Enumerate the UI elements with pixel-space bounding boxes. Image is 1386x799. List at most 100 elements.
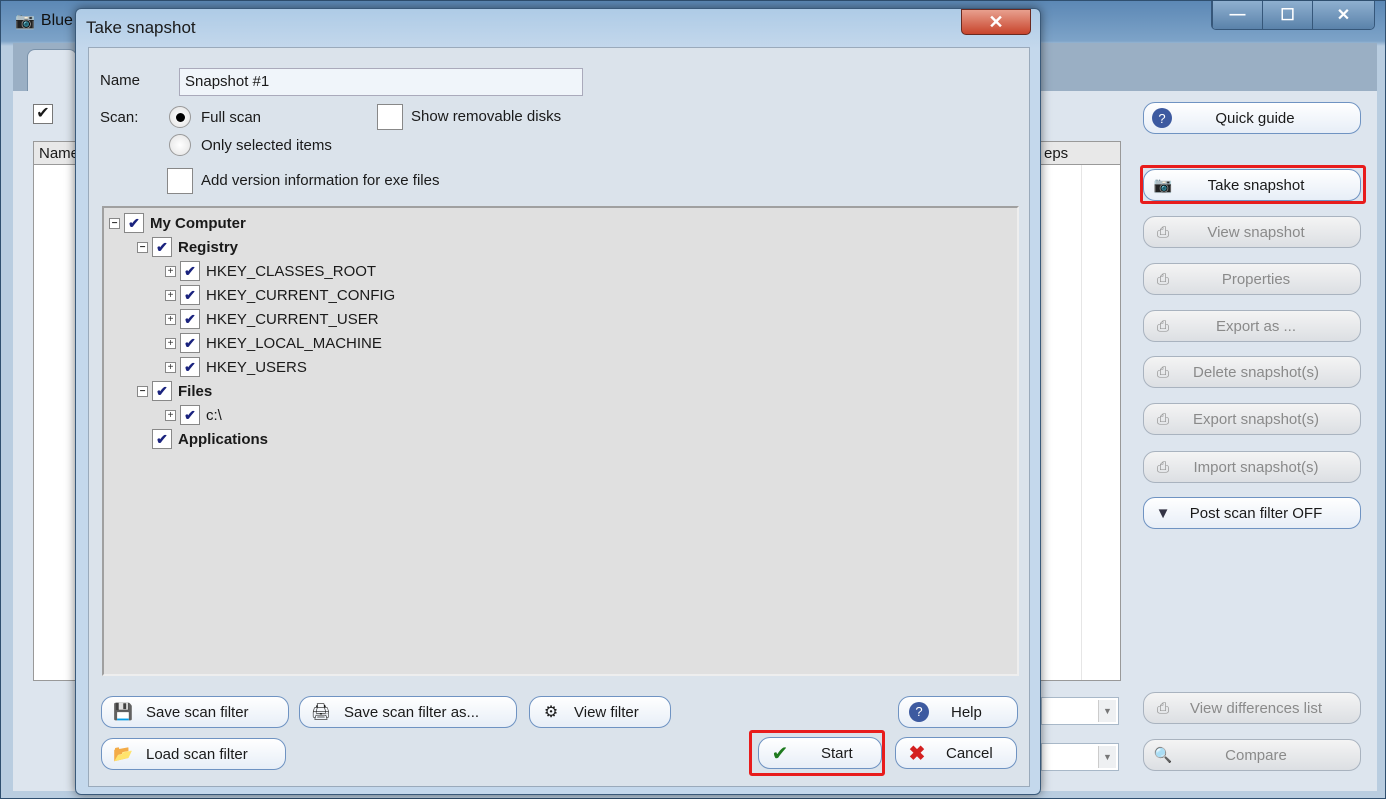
tree-node-label: My Computer bbox=[150, 214, 246, 232]
delete-icon: ⎙ bbox=[1156, 363, 1169, 381]
tree-node-checkbox[interactable]: ✔ bbox=[152, 381, 172, 401]
view-filter-icon: ⚙ bbox=[543, 704, 559, 721]
tree-node-checkbox[interactable]: ✔ bbox=[152, 237, 172, 257]
post-scan-filter-button[interactable]: ▼ Post scan filter OFF bbox=[1143, 497, 1361, 529]
full-scan-label: Full scan bbox=[201, 109, 262, 126]
chevron-down-icon: ▼ bbox=[1098, 746, 1116, 768]
load-scan-filter-button[interactable]: 📂 Load scan filter bbox=[101, 738, 286, 770]
import-icon: ⎙ bbox=[1156, 458, 1169, 476]
cancel-button[interactable]: ✖ Cancel bbox=[895, 737, 1017, 769]
export-icon: ⎙ bbox=[1156, 317, 1169, 335]
scan-tree[interactable]: − ✔ My Computer − ✔ Registry + ✔ HKEY_CLASSES_RO… bbox=[102, 206, 1019, 676]
show-removable-checkbox[interactable] bbox=[377, 104, 403, 130]
collapse-icon[interactable]: − bbox=[109, 217, 120, 229]
tree-node-label: c:\ bbox=[206, 406, 222, 424]
tab-snapshots[interactable] bbox=[27, 49, 77, 91]
only-selected-radio[interactable] bbox=[169, 134, 191, 156]
differences-icon: ⎙ bbox=[1156, 699, 1169, 717]
help-icon: ? bbox=[1152, 108, 1172, 128]
tree-node-label: HKEY_CURRENT_USER bbox=[206, 310, 379, 328]
snapshot-combo-2[interactable]: ▼ bbox=[1041, 743, 1119, 771]
export-snapshots-button[interactable]: ⎙ Export snapshot(s) bbox=[1143, 403, 1361, 435]
properties-button[interactable]: ⎙ Properties bbox=[1143, 263, 1361, 295]
tree-node-checkbox[interactable]: ✔ bbox=[180, 357, 200, 377]
view-snapshot-button[interactable]: ⎙ View snapshot bbox=[1143, 216, 1361, 248]
tree-node-checkbox[interactable]: ✔ bbox=[180, 309, 200, 329]
export-as-button[interactable]: ⎙ Export as ... bbox=[1143, 310, 1361, 342]
checkmark-icon: ✔ bbox=[771, 742, 789, 765]
only-selected-label: Only selected items bbox=[201, 137, 332, 154]
window-controls: — ☐ ✕ bbox=[1211, 1, 1375, 30]
dialog-body: Name Snapshot #1 Scan: Full scan Only se… bbox=[88, 47, 1030, 787]
collapse-icon[interactable]: − bbox=[137, 241, 148, 253]
tree-node-checkbox[interactable]: ✔ bbox=[180, 333, 200, 353]
tree-node-checkbox[interactable]: ✔ bbox=[152, 429, 172, 449]
take-snapshot-dialog: Take snapshot ✕ Name Snapshot #1 Scan: F… bbox=[75, 8, 1041, 795]
tree-node[interactable]: + ✔ c:\ bbox=[165, 404, 222, 426]
save-scan-filter-as-button[interactable]: 🖨 Save scan filter as... bbox=[299, 696, 517, 728]
tree-node[interactable]: + ✔ HKEY_CURRENT_USER bbox=[165, 308, 379, 330]
camera-icon: 📷 bbox=[15, 13, 35, 30]
import-snapshots-button[interactable]: ⎙ Import snapshot(s) bbox=[1143, 451, 1361, 483]
expand-icon[interactable]: + bbox=[165, 361, 176, 373]
compare-button[interactable]: 🔍 Compare bbox=[1143, 739, 1361, 771]
compare-icon: 🔍 bbox=[1153, 747, 1173, 764]
expand-icon[interactable]: + bbox=[165, 409, 176, 421]
help-icon: ? bbox=[909, 702, 929, 722]
tree-node-label: Applications bbox=[178, 430, 269, 448]
view-differences-button[interactable]: ⎙ View differences list bbox=[1143, 692, 1361, 724]
tree-node[interactable]: ✔ Applications bbox=[137, 428, 268, 450]
export-icon: ⎙ bbox=[1156, 410, 1169, 428]
properties-icon: ⎙ bbox=[1156, 270, 1169, 288]
tree-node-checkbox[interactable]: ✔ bbox=[180, 261, 200, 281]
floppy-disk-icon: 💾 bbox=[113, 704, 133, 721]
tree-node-checkbox[interactable]: ✔ bbox=[180, 285, 200, 305]
column-eps[interactable]: eps bbox=[1044, 145, 1068, 162]
tree-node[interactable]: − ✔ Files bbox=[137, 380, 212, 402]
expand-icon[interactable]: + bbox=[165, 289, 176, 301]
view-filter-button[interactable]: ⚙ View filter bbox=[529, 696, 671, 728]
snapshot-name-input[interactable]: Snapshot #1 bbox=[179, 68, 583, 96]
filter-icon: ▼ bbox=[1155, 504, 1171, 522]
column-name[interactable]: Name bbox=[39, 145, 79, 162]
scan-label: Scan: bbox=[100, 109, 139, 126]
tree-node[interactable]: − ✔ My Computer bbox=[109, 212, 246, 234]
camera-icon: 📷 bbox=[1153, 177, 1173, 194]
tree-node-checkbox[interactable]: ✔ bbox=[180, 405, 200, 425]
tree-node[interactable]: + ✔ HKEY_LOCAL_MACHINE bbox=[165, 332, 382, 354]
collapse-icon[interactable]: − bbox=[137, 385, 148, 397]
tree-node-label: Registry bbox=[178, 238, 239, 256]
expand-icon[interactable]: + bbox=[165, 337, 176, 349]
background-checkbox[interactable]: ✔ bbox=[33, 104, 53, 124]
tree-node[interactable]: + ✔ HKEY_CLASSES_ROOT bbox=[165, 260, 376, 282]
start-button[interactable]: ✔ Start bbox=[758, 737, 882, 769]
full-scan-radio[interactable] bbox=[169, 106, 191, 128]
tree-node-checkbox[interactable]: ✔ bbox=[124, 213, 144, 233]
save-scan-filter-button[interactable]: 💾 Save scan filter bbox=[101, 696, 289, 728]
cancel-x-icon: ✖ bbox=[908, 742, 926, 765]
tree-node[interactable]: + ✔ HKEY_USERS bbox=[165, 356, 307, 378]
snapshot-combo-1[interactable]: ▼ bbox=[1041, 697, 1119, 725]
show-removable-label: Show removable disks bbox=[411, 108, 562, 125]
add-version-label: Add version information for exe files bbox=[201, 172, 440, 189]
tree-node-label: Files bbox=[178, 382, 213, 400]
expand-icon[interactable]: + bbox=[165, 313, 176, 325]
minimize-button[interactable]: — bbox=[1212, 1, 1262, 29]
dialog-close-button[interactable]: ✕ bbox=[961, 9, 1031, 35]
delete-snapshots-button[interactable]: ⎙ Delete snapshot(s) bbox=[1143, 356, 1361, 388]
tree-node-label: HKEY_CLASSES_ROOT bbox=[206, 262, 377, 280]
close-button[interactable]: ✕ bbox=[1312, 1, 1374, 29]
add-version-checkbox[interactable] bbox=[167, 168, 193, 194]
quick-guide-button[interactable]: ? Quick guide bbox=[1143, 102, 1361, 134]
tree-node[interactable]: − ✔ Registry bbox=[137, 236, 238, 258]
tree-node[interactable]: + ✔ HKEY_CURRENT_CONFIG bbox=[165, 284, 395, 306]
expand-icon[interactable]: + bbox=[165, 265, 176, 277]
view-snapshot-icon: ⎙ bbox=[1156, 223, 1169, 241]
tree-node-label: HKEY_LOCAL_MACHINE bbox=[206, 334, 382, 352]
maximize-button[interactable]: ☐ bbox=[1262, 1, 1312, 29]
name-label: Name bbox=[100, 72, 141, 89]
dialog-title: Take snapshot bbox=[86, 18, 196, 37]
take-snapshot-button[interactable]: 📷 Take snapshot bbox=[1143, 169, 1361, 201]
main-window-title: 📷 Blue bbox=[15, 12, 73, 30]
help-button[interactable]: ? Help bbox=[898, 696, 1018, 728]
